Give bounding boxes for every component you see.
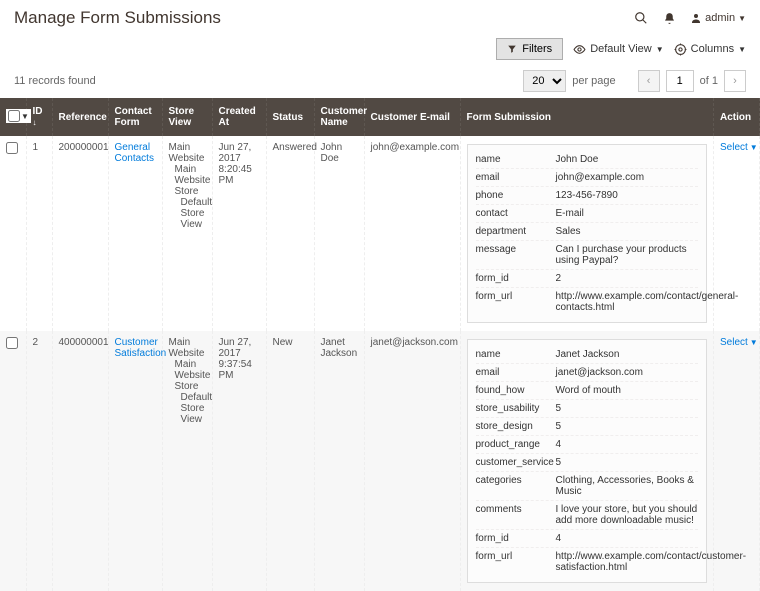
col-reference[interactable]: Reference xyxy=(52,98,108,136)
submission-key: message xyxy=(476,244,556,266)
col-action: Action xyxy=(714,98,760,136)
caret-down-icon: ▼ xyxy=(738,14,746,23)
cell-store: Main WebsiteMain Website StoreDefault St… xyxy=(162,331,212,591)
cell-id: 2 xyxy=(26,331,52,591)
page-input[interactable] xyxy=(666,70,694,92)
submission-value: Sales xyxy=(556,226,581,237)
user-menu[interactable]: admin ▼ xyxy=(690,12,746,24)
contact-form-link[interactable]: General Contacts xyxy=(115,142,154,164)
col-customer-name[interactable]: Customer Name xyxy=(314,98,364,136)
records-found: 11 records found xyxy=(14,75,96,87)
caret-down-icon: ▼ xyxy=(656,45,664,54)
filters-label: Filters xyxy=(522,43,552,55)
table-row: 1200000001 General Contacts Main WebsiteMa… xyxy=(0,136,760,331)
cell-store: Main WebsiteMain Website StoreDefault St… xyxy=(162,136,212,331)
col-customer-email[interactable]: Customer E-mail xyxy=(364,98,460,136)
submission-key: email xyxy=(476,172,556,183)
submission-value: 2 xyxy=(556,273,562,284)
cell-status: New xyxy=(266,331,314,591)
columns-button[interactable]: Columns ▼ xyxy=(674,43,746,56)
cell-created: Jun 27, 2017 9:37:54 PM xyxy=(212,331,266,591)
cell-id: 1 xyxy=(26,136,52,331)
submission-key: found_how xyxy=(476,385,556,396)
submission-value: 123-456-7890 xyxy=(556,190,618,201)
submission-value: E-mail xyxy=(556,208,584,219)
submission-value: Clothing, Accessories, Books & Music xyxy=(556,475,699,497)
contact-form-link[interactable]: Customer Satisfaction xyxy=(115,337,167,359)
row-checkbox[interactable] xyxy=(6,142,18,154)
search-icon[interactable] xyxy=(634,11,648,25)
submission-key: form_url xyxy=(476,291,556,313)
default-view-button[interactable]: Default View ▼ xyxy=(573,43,663,56)
col-form-submission[interactable]: Form Submission xyxy=(460,98,714,136)
col-created-at[interactable]: Created At xyxy=(212,98,266,136)
submission-key: comments xyxy=(476,504,556,526)
submission-key: store_design xyxy=(476,421,556,432)
next-page-button[interactable]: › xyxy=(724,70,746,92)
cell-customer-email: john@example.com xyxy=(364,136,460,331)
cell-status: Answered xyxy=(266,136,314,331)
submission-value: janet@jackson.com xyxy=(556,367,643,378)
submission-key: product_range xyxy=(476,439,556,450)
submission-key: phone xyxy=(476,190,556,201)
row-action-select[interactable]: Select ▼ xyxy=(720,337,758,348)
caret-down-icon: ▼ xyxy=(738,45,746,54)
submission-value: Can I purchase your products using Paypa… xyxy=(556,244,699,266)
submission-value: http://www.example.com/contact/general-c… xyxy=(556,291,739,313)
submission-key: categories xyxy=(476,475,556,497)
cell-created: Jun 27, 2017 8:20:45 PM xyxy=(212,136,266,331)
submission-value: 4 xyxy=(556,533,562,544)
submission-value: 5 xyxy=(556,457,562,468)
submission-key: email xyxy=(476,367,556,378)
submission-box: nameJanet Jacksonemailjanet@jackson.comf… xyxy=(467,339,708,583)
per-page-select[interactable]: 20 xyxy=(523,70,566,92)
cell-customer-name: John Doe xyxy=(314,136,364,331)
row-action-select[interactable]: Select ▼ xyxy=(720,142,758,153)
submission-value: John Doe xyxy=(556,154,599,165)
col-contact-form[interactable]: Contact Form xyxy=(108,98,162,136)
submission-key: customer_service xyxy=(476,457,556,468)
submission-key: form_id xyxy=(476,533,556,544)
page-of-label: of 1 xyxy=(700,75,718,87)
submission-key: store_usability xyxy=(476,403,556,414)
cell-customer-name: Janet Jackson xyxy=(314,331,364,591)
select-all-checkbox[interactable] xyxy=(8,110,20,122)
default-view-label: Default View xyxy=(590,43,652,55)
bell-icon[interactable] xyxy=(662,11,676,25)
submission-key: contact xyxy=(476,208,556,219)
row-checkbox[interactable] xyxy=(6,337,18,349)
submission-value: john@example.com xyxy=(556,172,645,183)
submission-key: department xyxy=(476,226,556,237)
prev-page-button[interactable]: ‹ xyxy=(638,70,660,92)
submission-value: Word of mouth xyxy=(556,385,621,396)
columns-label: Columns xyxy=(691,43,734,55)
filters-button[interactable]: Filters xyxy=(496,38,563,60)
user-label: admin xyxy=(705,12,735,24)
per-page-label: per page xyxy=(572,75,615,87)
page-title: Manage Form Submissions xyxy=(14,8,221,28)
submission-value: 5 xyxy=(556,421,562,432)
table-row: 2400000001 Customer SatisfactionMain Webs… xyxy=(0,331,760,591)
submission-key: name xyxy=(476,154,556,165)
submission-value: I love your store, but you should add mo… xyxy=(556,504,699,526)
cell-reference: 200000001 xyxy=(52,136,108,331)
submission-box: nameJohn Doeemailjohn@example.comphone12… xyxy=(467,144,708,323)
col-status[interactable]: Status xyxy=(266,98,314,136)
submission-value: 4 xyxy=(556,439,562,450)
submission-value: Janet Jackson xyxy=(556,349,620,360)
col-store-view[interactable]: Store View xyxy=(162,98,212,136)
submission-key: form_id xyxy=(476,273,556,284)
col-select-all[interactable]: ▼ xyxy=(0,98,26,136)
submission-value: 5 xyxy=(556,403,562,414)
submission-key: name xyxy=(476,349,556,360)
cell-customer-email: janet@jackson.com xyxy=(364,331,460,591)
cell-reference: 400000001 xyxy=(52,331,108,591)
